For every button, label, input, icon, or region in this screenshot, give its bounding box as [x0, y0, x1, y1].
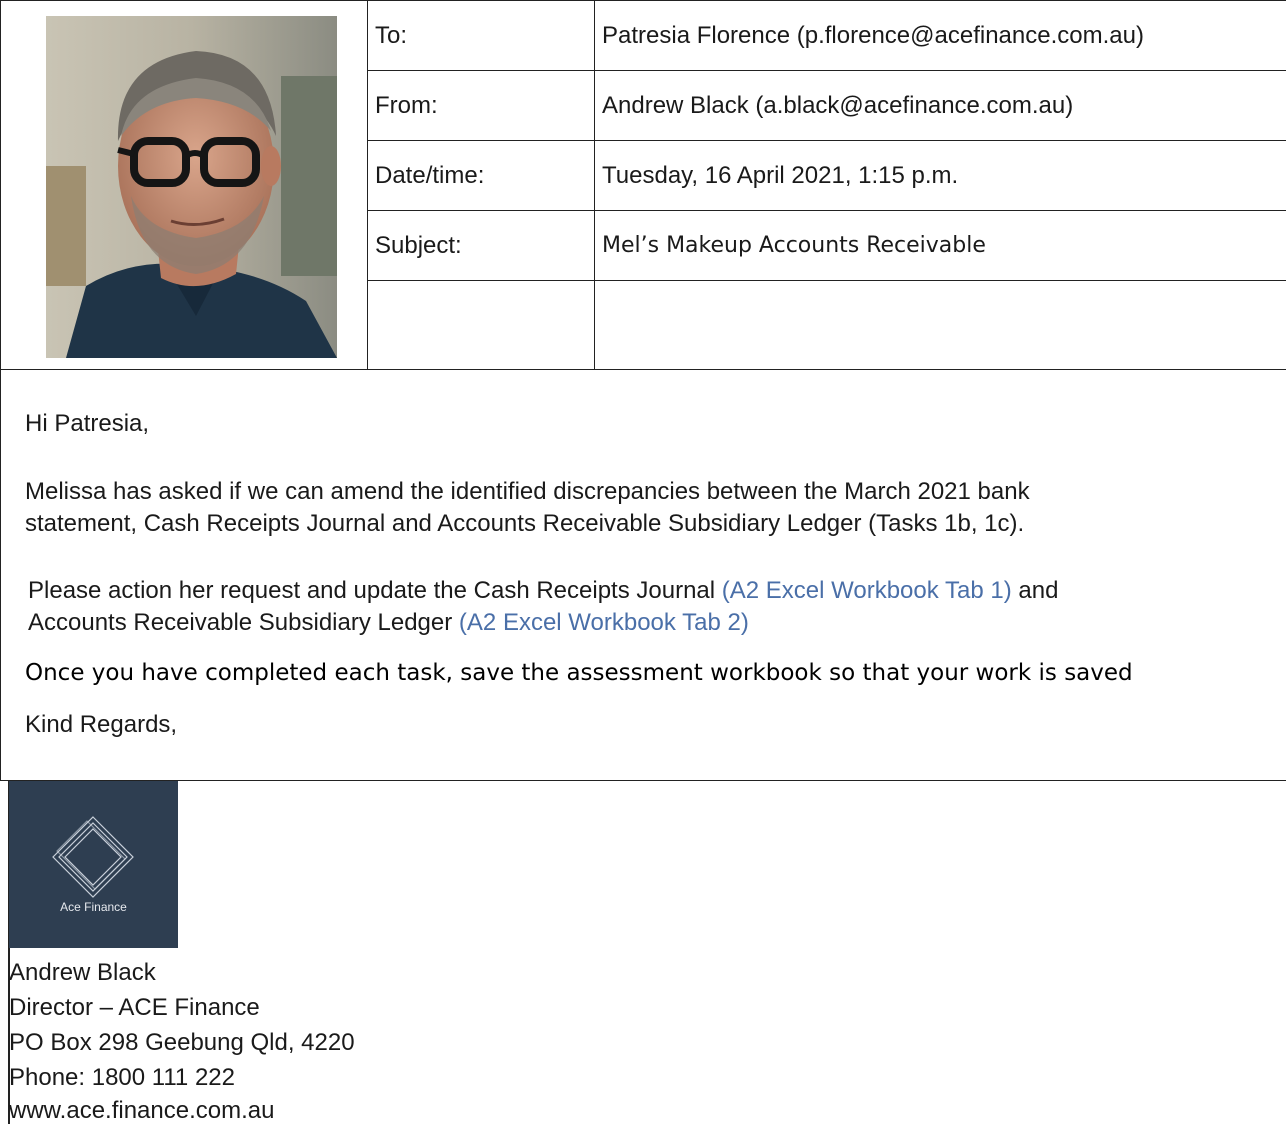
- ace-finance-logo: Ace Finance: [9, 781, 178, 948]
- empty-value-cell: [602, 281, 1286, 369]
- paragraph-2-tail: and: [1011, 577, 1059, 604]
- photo-cell: [1, 1, 368, 369]
- signature-name: Andrew Black: [9, 959, 156, 986]
- signature-phone: Phone: 1800 111 222: [9, 1064, 235, 1091]
- logo-text: Ace Finance: [60, 900, 127, 914]
- from-row: From: Andrew Black (a.black@acefinance.c…: [368, 71, 1286, 141]
- signature-address: PO Box 298 Geebung Qld, 4220: [9, 1029, 355, 1056]
- signature-title: Director – ACE Finance: [9, 994, 260, 1021]
- closing: Kind Regards,: [25, 711, 178, 738]
- to-row: To: Patresia Florence (p.florence@acefin…: [368, 1, 1286, 71]
- sender-photo: [46, 16, 337, 358]
- datetime-row: Date/time: Tuesday, 16 April 2021, 1:15 …: [368, 141, 1286, 211]
- paragraph-2-line-2: Accounts Receivable Subsidiary Ledger (A…: [28, 607, 749, 639]
- datetime-label: Date/time:: [368, 141, 595, 210]
- email-document: To: Patresia Florence (p.florence@acefin…: [0, 0, 1286, 1124]
- to-value: Patresia Florence (p.florence@acefinance…: [602, 22, 1144, 49]
- to-label: To:: [368, 1, 595, 70]
- from-label: From:: [368, 71, 595, 140]
- tab2-reference-link[interactable]: (A2 Excel Workbook Tab 2): [459, 609, 749, 636]
- email-header-table: To: Patresia Florence (p.florence@acefin…: [0, 0, 1286, 370]
- website-link[interactable]: www.ace.finance.com.au: [9, 1093, 274, 1128]
- paragraph-2-line-1: Please action her request and update the…: [28, 575, 1058, 607]
- subject-label: Subject:: [368, 211, 595, 280]
- empty-row: [368, 281, 1286, 369]
- paragraph-2-text: Please action her request and update the…: [28, 577, 722, 604]
- paragraph-2-line-2-text: Accounts Receivable Subsidiary Ledger: [28, 609, 459, 636]
- tab1-reference-link[interactable]: (A2 Excel Workbook Tab 1): [722, 577, 1012, 604]
- from-value: Andrew Black (a.black@acefinance.com.au): [602, 92, 1074, 119]
- subject-row: Subject: Mel’s Makeup Accounts Receivabl…: [368, 211, 1286, 281]
- datetime-value: Tuesday, 16 April 2021, 1:15 p.m.: [602, 162, 959, 189]
- empty-label-cell: [368, 281, 595, 369]
- greeting: Hi Patresia,: [25, 410, 150, 437]
- email-body: Hi Patresia, Melissa has asked if we can…: [0, 370, 1286, 781]
- paragraph-1-line-1: Melissa has asked if we can amend the id…: [25, 478, 1030, 505]
- save-instruction: Once you have completed each task, save …: [25, 660, 1133, 686]
- paragraph-1-line-2: statement, Cash Receipts Journal and Acc…: [25, 510, 1025, 537]
- subject-value: Mel’s Makeup Accounts Receivable: [602, 233, 986, 258]
- signature-block: Ace Finance Andrew Black Director – ACE …: [0, 781, 1286, 1124]
